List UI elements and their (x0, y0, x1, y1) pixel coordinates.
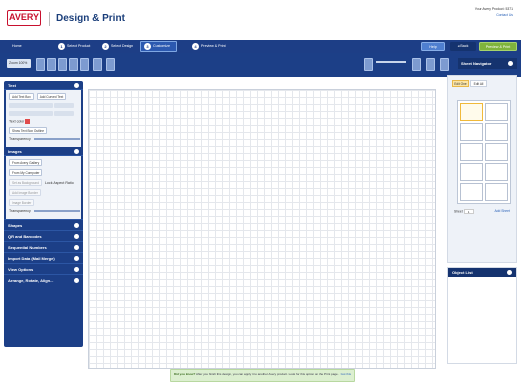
add-textbox-button[interactable]: Add Text Box (9, 93, 34, 100)
step-select-design[interactable]: 2 Select Design (102, 40, 133, 53)
expand-icon[interactable] (74, 223, 79, 228)
expand-icon[interactable] (74, 234, 79, 239)
zoom-icon[interactable] (364, 58, 373, 71)
label-cell[interactable] (460, 103, 483, 121)
logo-divider (49, 12, 50, 26)
from-computer-button[interactable]: From My Computer (9, 169, 43, 176)
show-outline-checkbox[interactable]: Show Text Box Outline (9, 127, 48, 134)
step-navigation: Home 1 Select Product 2 Select Design 3 Cus… (0, 40, 521, 53)
tab-edit-one[interactable]: Edit One (452, 80, 469, 87)
expand-icon[interactable] (74, 245, 79, 250)
copy-icon[interactable] (69, 58, 78, 71)
transparency-label: Transparency (9, 209, 31, 213)
transparency-label: Transparency (9, 137, 31, 141)
header-user-info: Your Avery Product: 5371 Contact Us (475, 6, 513, 18)
transparency-slider[interactable] (33, 138, 80, 141)
lock-ratio-checkbox[interactable]: Lock Aspect Ratio (45, 181, 74, 185)
text-style-buttons[interactable] (9, 111, 53, 116)
redo-icon[interactable] (47, 58, 56, 71)
label-cell[interactable] (485, 123, 508, 141)
next-button[interactable]: Preview & Print (479, 42, 517, 51)
paste-icon[interactable] (80, 58, 89, 71)
sheet-navigator-header: Sheet Navigator (458, 58, 517, 69)
section-shapes[interactable]: Shapes (4, 219, 83, 230)
font-select[interactable] (9, 103, 53, 108)
sheet-number-input[interactable]: 1 (463, 209, 474, 214)
label-cell[interactable] (485, 163, 508, 181)
sheet-label: Sheet (454, 209, 463, 214)
label-cell[interactable] (460, 123, 483, 141)
collapse-icon[interactable] (507, 270, 512, 275)
label-cell[interactable] (485, 183, 508, 201)
section-mail-merge[interactable]: Import Data (Mail Merge) (4, 252, 83, 263)
image-transparency-slider[interactable] (33, 210, 80, 213)
step-customize[interactable]: 3 Customize (140, 41, 177, 52)
cut-icon[interactable] (58, 58, 67, 71)
collapse-icon[interactable] (508, 61, 513, 66)
section-qr-barcodes[interactable]: QR and Barcodes (4, 230, 83, 241)
text-section-body: Add Text Box Add Curved Text Text color … (6, 90, 81, 147)
help-button[interactable]: Help (421, 42, 445, 51)
step-select-product[interactable]: 1 Select Product (58, 40, 90, 53)
sheet-footer: Sheet 1 Add Sheet (454, 209, 510, 214)
left-tools-panel: Text Add Text Box Add Curved Text Text c… (4, 81, 83, 347)
images-section-body: From Avery Gallery From My Computer Set … (6, 156, 81, 219)
label-cell[interactable] (460, 163, 483, 181)
edit-toolbar: Zoom 100% (0, 53, 521, 77)
set-background-button[interactable]: Set as Background (9, 179, 42, 186)
tab-edit-all[interactable]: Edit All (470, 80, 487, 87)
expand-icon[interactable] (74, 267, 79, 272)
object-list-header: Object List (448, 268, 516, 277)
undo-icon[interactable] (36, 58, 45, 71)
images-section-header[interactable]: Images (4, 147, 83, 156)
select-all-icon[interactable] (106, 58, 115, 71)
section-view-options[interactable]: View Options (4, 263, 83, 274)
text-section-header[interactable]: Text (4, 81, 83, 90)
tip-dismiss-link[interactable]: Got this (341, 372, 351, 376)
tip-banner: Did you know? After you finish this desi… (170, 369, 355, 382)
label-cell[interactable] (485, 103, 508, 121)
text-align-buttons[interactable] (54, 111, 74, 116)
expand-icon[interactable] (74, 256, 79, 261)
expand-icon[interactable] (74, 278, 79, 283)
design-canvas[interactable] (88, 89, 436, 369)
zoom-select[interactable]: Zoom 100% (7, 59, 31, 68)
app-title: Design & Print (56, 13, 125, 24)
zoom-slider[interactable] (376, 61, 406, 63)
fullscreen-icon[interactable] (440, 58, 449, 71)
object-list-panel: Object List (447, 267, 517, 364)
contact-link[interactable]: Contact Us (475, 12, 513, 18)
image-border-select[interactable]: Image Border (9, 199, 35, 206)
grid-toggle-icon[interactable] (426, 58, 435, 71)
step-home[interactable]: Home (12, 40, 22, 53)
step-preview-print[interactable]: 4 Preview & Print (192, 40, 226, 53)
section-sequential-numbers[interactable]: Sequential Numbers (4, 241, 83, 252)
back-button[interactable]: ◂ Back (450, 42, 476, 51)
app-header: AVERY Design & Print Your Avery Product:… (0, 0, 521, 40)
sheet-navigator-panel: Edit One Edit All Sheet 1 Add Sheet (447, 75, 517, 263)
tip-title: Did you know? (174, 372, 196, 376)
font-size-select[interactable] (54, 103, 74, 108)
delete-icon[interactable] (93, 58, 102, 71)
fit-page-icon[interactable] (412, 58, 421, 71)
avery-logo[interactable]: AVERY (7, 10, 41, 26)
text-color-label: Text color (9, 119, 25, 124)
from-gallery-button[interactable]: From Avery Gallery (9, 159, 43, 166)
label-cell[interactable] (460, 143, 483, 161)
add-curved-text-button[interactable]: Add Curved Text (36, 93, 67, 100)
add-image-border-button[interactable]: Add Image Border (9, 189, 41, 196)
label-sheet-preview (457, 100, 511, 204)
collapse-icon[interactable] (74, 83, 79, 88)
section-arrange[interactable]: Arrange, Rotate, Align... (4, 274, 83, 285)
label-cell[interactable] (460, 183, 483, 201)
collapse-icon[interactable] (74, 149, 79, 154)
text-color-swatch[interactable] (25, 119, 31, 124)
label-cell[interactable] (485, 143, 508, 161)
tip-text: After you finish this design, you can ap… (196, 372, 339, 376)
add-sheet-link[interactable]: Add Sheet (494, 209, 509, 213)
